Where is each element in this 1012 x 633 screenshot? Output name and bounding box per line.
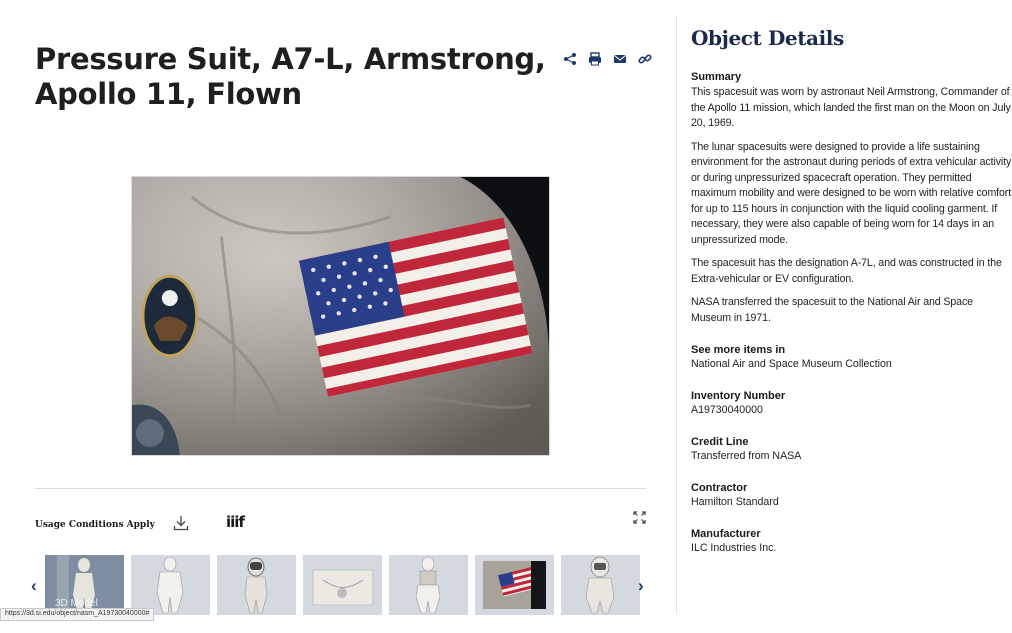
summary-label: Summary <box>691 71 742 83</box>
print-icon[interactable] <box>588 52 602 66</box>
detail-credit-line: Credit Line Transferred from NASA <box>691 435 1012 464</box>
detail-label: See more items in <box>691 344 786 356</box>
email-icon[interactable] <box>613 52 627 66</box>
expand-icon[interactable] <box>633 511 646 524</box>
download-icon[interactable] <box>173 515 189 531</box>
summary-paragraph: The spacesuit has the designation A-7L, … <box>691 257 1002 285</box>
thumbnail-detail[interactable] <box>303 555 382 615</box>
thumbnail-flag-patch[interactable] <box>475 555 554 615</box>
media-divider <box>35 488 646 489</box>
status-bar-url: https://3d.si.edu/object/nasm_A197300400… <box>0 608 155 621</box>
detail-value: Hamilton Standard <box>691 496 779 508</box>
detail-label: Manufacturer <box>691 528 761 540</box>
detail-inventory-number: Inventory Number A19730040000 <box>691 389 1012 418</box>
summary-paragraph: The lunar spacesuits were designed to pr… <box>691 140 1012 246</box>
thumbnail-helmet[interactable] <box>217 555 296 615</box>
collection-link[interactable]: National Air and Space Museum Collection <box>691 357 1012 372</box>
detail-label: Credit Line <box>691 436 749 448</box>
object-media-column: Pressure Suit, A7-L, Armstrong, Apollo 1… <box>0 0 676 633</box>
detail-label: Inventory Number <box>691 390 786 402</box>
iiif-icon[interactable]: iiif <box>226 513 245 531</box>
detail-contractor: Contractor Hamilton Standard <box>691 481 1012 510</box>
summary-paragraph: This spacesuit was worn by astronaut Nei… <box>691 86 1011 129</box>
thumbnail-front[interactable] <box>131 555 210 615</box>
share-toolbar <box>563 52 652 66</box>
details-heading: Object Details <box>691 26 844 50</box>
detail-see-more: See more items in National Air and Space… <box>691 343 1012 372</box>
share-icon[interactable] <box>563 52 577 66</box>
object-details-panel: Object Details Summary This spacesuit wa… <box>691 26 1012 626</box>
thumbnail-strip: 3D Model <box>45 555 640 615</box>
detail-value: ILC Industries Inc. <box>691 542 777 554</box>
main-object-image[interactable] <box>131 176 550 456</box>
detail-value: Transferred from NASA <box>691 450 802 462</box>
column-divider <box>676 16 677 614</box>
chevron-left-icon[interactable]: ‹ <box>31 576 37 596</box>
thumbnail-back[interactable] <box>389 555 468 615</box>
detail-value: A19730040000 <box>691 404 763 416</box>
thumbnail-full-suit[interactable] <box>561 555 640 615</box>
chevron-right-icon[interactable]: › <box>638 576 644 596</box>
link-icon[interactable] <box>638 52 652 66</box>
detail-manufacturer: Manufacturer ILC Industries Inc. <box>691 527 1012 556</box>
page-title: Pressure Suit, A7-L, Armstrong, Apollo 1… <box>35 42 546 111</box>
detail-label: Contractor <box>691 482 748 494</box>
summary-paragraph: NASA transferred the spacesuit to the Na… <box>691 296 973 324</box>
thumbnail-3d-model[interactable]: 3D Model <box>45 555 124 615</box>
usage-conditions-link[interactable]: Usage Conditions Apply <box>35 520 155 530</box>
